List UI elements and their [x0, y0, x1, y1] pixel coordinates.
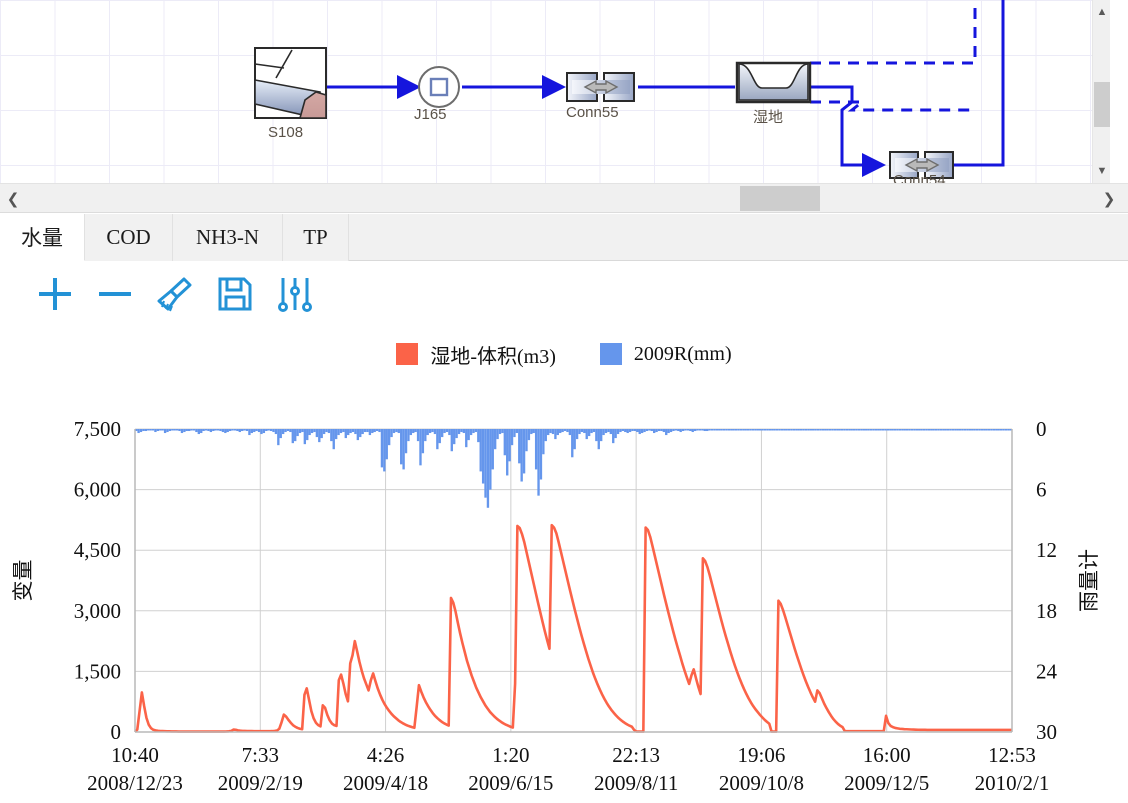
legend-label-rain: 2009R(mm) — [633, 342, 732, 365]
add-series-button[interactable] — [26, 265, 84, 323]
plus-icon — [39, 278, 71, 310]
y-tick-label: 6,000 — [74, 478, 121, 502]
x-tick-time: 1:20 — [492, 743, 529, 767]
chart-toolbar — [0, 261, 1128, 329]
x-tick-date: 2009/10/8 — [719, 771, 804, 795]
y2-tick-label: 24 — [1036, 659, 1058, 683]
scroll-left-arrow-icon[interactable]: ❮ — [2, 184, 24, 213]
sliders-icon — [278, 278, 312, 312]
x-tick-date: 2009/4/18 — [343, 771, 428, 795]
y-tick-label: 4,500 — [74, 538, 121, 562]
y2-tick-label: 18 — [1036, 599, 1057, 623]
tab-cod[interactable]: COD — [85, 214, 173, 261]
x-tick-date: 2009/6/15 — [468, 771, 553, 795]
x-tick-time: 19:06 — [738, 743, 786, 767]
tab-water-quantity[interactable]: 水量 — [0, 214, 85, 261]
minus-icon — [99, 292, 131, 296]
y2-tick-label: 12 — [1036, 538, 1057, 562]
node-j165-icon[interactable] — [418, 66, 460, 108]
network-diagram-canvas[interactable]: S108 J165 Conn55 湿地 Conn54 ▲ ▼ — [0, 0, 1110, 183]
x-tick-time: 10:40 — [111, 743, 159, 767]
broom-icon — [157, 277, 192, 312]
scroll-down-arrow-icon[interactable]: ▼ — [1093, 161, 1110, 181]
axis-titles: 日期/时间变量雨量计 — [11, 549, 1101, 612]
node-label-s108: S108 — [268, 124, 304, 141]
legend-item-rain[interactable]: 2009R(mm) — [599, 342, 732, 366]
plot-frame — [134, 429, 1013, 733]
x-tick-time: 12:53 — [988, 743, 1036, 767]
chart-gridlines — [134, 428, 1013, 733]
tab-tp[interactable]: TP — [283, 214, 349, 261]
node-label-conn54: Conn54 — [893, 172, 946, 183]
network-diagram-svg — [254, 0, 1005, 179]
y2-tick-label: 0 — [1036, 417, 1047, 441]
y2-tick-label: 30 — [1036, 720, 1057, 744]
diagram-vertical-scrollbar[interactable]: ▲ ▼ — [1092, 0, 1110, 183]
chart-legend: 湿地-体积(m3) 2009R(mm) — [0, 339, 1128, 369]
x-tick-time: 16:00 — [863, 743, 911, 767]
remove-series-button[interactable] — [86, 265, 144, 323]
right-axis-ticks: 0 6 12 18 24 30 — [1036, 417, 1058, 744]
floppy-save-icon — [218, 277, 252, 311]
x-tick-date: 2008/12/23 — [87, 771, 183, 795]
volume-line — [134, 523, 1012, 733]
x-tick-date: 2010/2/1 — [975, 771, 1050, 795]
x-tick-date: 2009/12/5 — [844, 771, 929, 795]
x-tick-time: 22:13 — [612, 743, 660, 767]
legend-swatch-volume — [396, 343, 419, 365]
x-tick-date: 2009/8/11 — [594, 771, 678, 795]
x-tick-time: 4:26 — [367, 743, 404, 767]
node-label-wetland: 湿地 — [753, 109, 784, 126]
scroll-right-arrow-icon[interactable]: ❯ — [1098, 184, 1120, 213]
clear-chart-button[interactable] — [146, 265, 204, 323]
horizontal-scroll-thumb[interactable] — [740, 186, 820, 211]
y2-axis-title: 雨量计 — [1077, 549, 1101, 612]
left-axis-ticks: 0 1,500 3,000 4,500 6,000 7,500 — [74, 417, 121, 744]
timeseries-chart: 湿地-体积(m3) 2009R(mm) 0 1,500 3,000 4,500 6,00… — [0, 329, 1128, 803]
save-chart-button[interactable] — [206, 265, 264, 323]
y-tick-label: 3,000 — [74, 599, 121, 623]
vertical-scroll-thumb[interactable] — [1094, 82, 1110, 127]
y-tick-label: 1,500 — [74, 659, 121, 683]
node-label-j165: J165 — [414, 106, 447, 123]
y-tick-label: 7,500 — [74, 417, 121, 441]
diagram-horizontal-scrollbar[interactable]: ❮ ❯ — [0, 183, 1128, 213]
chart-plot-svg: 0 1,500 3,000 4,500 6,000 7,500 0 6 12 18 24 30 10… — [11, 417, 1101, 795]
y2-tick-label: 6 — [1036, 478, 1047, 502]
tab-nh3n[interactable]: NH3-N — [173, 214, 283, 261]
chart-settings-button[interactable] — [266, 265, 324, 323]
scroll-up-arrow-icon[interactable]: ▲ — [1093, 2, 1110, 22]
rainfall-bars — [135, 429, 1012, 508]
legend-item-volume[interactable]: 湿地-体积(m3) — [396, 340, 556, 369]
x-tick-date: 2009/2/19 — [218, 771, 303, 795]
y-axis-title: 变量 — [11, 560, 35, 602]
node-wetland-icon[interactable] — [735, 61, 812, 104]
y-tick-label: 0 — [111, 720, 122, 744]
node-conn55-icon[interactable] — [566, 72, 635, 102]
x-tick-time: 7:33 — [242, 743, 279, 767]
legend-swatch-rain — [599, 343, 622, 365]
node-label-conn55: Conn55 — [566, 104, 619, 121]
x-axis-ticks: 10:40 2008/12/23 7:33 2009/2/19 4:26 2009/4/1… — [87, 743, 1049, 795]
result-tabs: 水量 COD NH3-N TP — [0, 214, 1128, 261]
legend-label-volume: 湿地-体积(m3) — [430, 345, 556, 368]
node-s108-icon[interactable] — [254, 47, 327, 119]
